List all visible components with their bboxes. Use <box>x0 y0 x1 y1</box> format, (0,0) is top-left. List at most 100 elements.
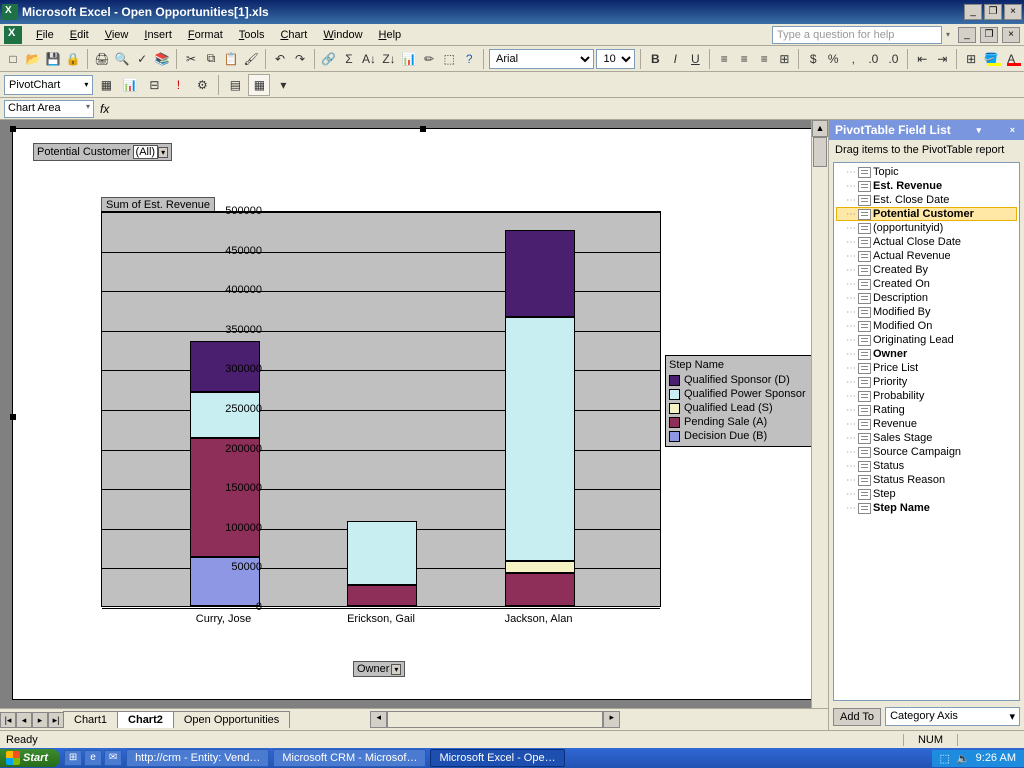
chart-wizard-button[interactable]: 📊 <box>400 48 418 70</box>
menu-window[interactable]: Window <box>315 27 370 43</box>
outlook-icon[interactable]: ✉ <box>104 750 122 766</box>
font-select[interactable]: Arial <box>489 49 594 69</box>
pivot-include-button[interactable]: ▤ <box>224 74 246 96</box>
menu-format[interactable]: Format <box>180 27 231 43</box>
bar-segment[interactable] <box>347 521 417 584</box>
bar-segment[interactable] <box>505 317 575 561</box>
currency-button[interactable]: $ <box>804 48 822 70</box>
pane-close-icon[interactable]: × <box>1007 125 1018 135</box>
tab-prev-button[interactable]: ◂ <box>16 712 32 728</box>
mdi-minimize[interactable]: _ <box>958 27 976 43</box>
field-created-by[interactable]: ⋯Created By <box>836 263 1017 277</box>
bar-segment[interactable] <box>190 438 260 557</box>
bar-jackson-alan[interactable] <box>505 210 575 606</box>
field-sales-stage[interactable]: ⋯Sales Stage <box>836 431 1017 445</box>
taskbar-button[interactable]: http://crm - Entity: Vend… <box>126 749 269 767</box>
print-button[interactable]: 🖨 <box>93 48 111 70</box>
field-modified-by[interactable]: ⋯Modified By <box>836 305 1017 319</box>
name-box[interactable]: Chart Area▾ <box>4 100 94 118</box>
redo-button[interactable]: ↷ <box>291 48 309 70</box>
menu-edit[interactable]: Edit <box>62 27 97 43</box>
pivot-format-button[interactable]: ▦ <box>95 74 117 96</box>
pivot-settings-button[interactable]: ⚙ <box>191 74 213 96</box>
axis-area-select[interactable]: Category Axis▾ <box>885 707 1020 726</box>
align-right-button[interactable]: ≡ <box>755 48 773 70</box>
merge-center-button[interactable]: ⊞ <box>775 48 793 70</box>
bar-erickson-gail[interactable] <box>347 210 417 606</box>
show-desktop-icon[interactable]: ⊞ <box>64 750 82 766</box>
bar-segment[interactable] <box>347 585 417 606</box>
font-size-select[interactable]: 10 <box>596 49 635 69</box>
pivot-dropdown-icon[interactable]: ▾ <box>272 74 294 96</box>
field-description[interactable]: ⋯Description <box>836 291 1017 305</box>
help-button[interactable]: ? <box>460 48 478 70</box>
drawing-button[interactable]: ✏ <box>420 48 438 70</box>
field-status[interactable]: ⋯Status <box>836 459 1017 473</box>
field-rating[interactable]: ⋯Rating <box>836 403 1017 417</box>
scroll-thumb[interactable] <box>813 137 827 167</box>
bar-segment[interactable] <box>505 561 575 573</box>
bar-segment[interactable] <box>505 230 575 317</box>
sheet-tab-open-opportunities[interactable]: Open Opportunities <box>173 711 290 728</box>
taskbar-button[interactable]: Microsoft Excel - Ope… <box>430 749 564 767</box>
tab-first-button[interactable]: |◂ <box>0 712 16 728</box>
menu-chart[interactable]: Chart <box>272 27 315 43</box>
field-owner[interactable]: ⋯Owner <box>836 347 1017 361</box>
tab-last-button[interactable]: ▸| <box>48 712 64 728</box>
bar-segment[interactable] <box>505 573 575 606</box>
restore-button[interactable]: ❐ <box>984 4 1002 20</box>
sort-asc-button[interactable]: A↓ <box>360 48 378 70</box>
fill-color-button[interactable]: 🪣 <box>982 48 1000 70</box>
help-search-input[interactable]: Type a question for help <box>772 26 942 44</box>
decrease-decimal-button[interactable]: .0 <box>884 48 902 70</box>
pivot-hide-button[interactable]: ⊟ <box>143 74 165 96</box>
pivot-refresh-button[interactable]: ! <box>167 74 189 96</box>
sheet-tab-chart1[interactable]: Chart1 <box>63 711 118 728</box>
field-originating-lead[interactable]: ⋯Originating Lead <box>836 333 1017 347</box>
paste-button[interactable]: 📋 <box>222 48 240 70</box>
vertical-scrollbar[interactable]: ▲ ▼ <box>811 120 828 730</box>
fx-icon[interactable]: fx <box>100 102 109 116</box>
underline-button[interactable]: U <box>686 48 704 70</box>
new-button[interactable]: □ <box>4 48 22 70</box>
field-list[interactable]: ⋯Topic⋯Est. Revenue⋯Est. Close Date⋯Pote… <box>833 162 1020 701</box>
borders-button[interactable]: ⊞ <box>962 48 980 70</box>
tray-icon[interactable]: ⬚ <box>940 752 950 765</box>
category-axis-field[interactable]: Owner ▾ <box>353 661 405 677</box>
field-est-revenue[interactable]: ⋯Est. Revenue <box>836 179 1017 193</box>
bold-button[interactable]: B <box>646 48 664 70</box>
menu-tools[interactable]: Tools <box>231 27 273 43</box>
close-button[interactable]: × <box>1004 4 1022 20</box>
research-button[interactable]: 📚 <box>153 48 171 70</box>
scroll-left-button[interactable]: ◂ <box>370 711 387 728</box>
increase-indent-button[interactable]: ⇥ <box>933 48 951 70</box>
add-to-button[interactable]: Add To <box>833 708 881 726</box>
scroll-up-button[interactable]: ▲ <box>812 120 828 137</box>
field-priority[interactable]: ⋯Priority <box>836 375 1017 389</box>
zoom-button[interactable]: ⬚ <box>440 48 458 70</box>
mdi-close[interactable]: × <box>1002 27 1020 43</box>
hyperlink-button[interactable]: 🔗 <box>320 48 338 70</box>
pivot-chart-button[interactable]: 📊 <box>119 74 141 96</box>
comma-button[interactable]: , <box>844 48 862 70</box>
tab-next-button[interactable]: ▸ <box>32 712 48 728</box>
field-created-on[interactable]: ⋯Created On <box>836 277 1017 291</box>
pivot-fieldlist-button[interactable]: ▦ <box>248 74 270 96</box>
autosum-button[interactable]: Σ <box>340 48 358 70</box>
cut-button[interactable]: ✂ <box>182 48 200 70</box>
plot-area[interactable] <box>101 211 661 607</box>
start-button[interactable]: Start <box>0 749 60 767</box>
system-tray[interactable]: ⬚ 🔈 9:26 AM <box>932 750 1024 767</box>
save-button[interactable]: 💾 <box>44 48 62 70</box>
field-revenue[interactable]: ⋯Revenue <box>836 417 1017 431</box>
horizontal-scrollbar[interactable]: ◂ ▸ <box>370 711 620 728</box>
field-actual-revenue[interactable]: ⋯Actual Revenue <box>836 249 1017 263</box>
page-filter[interactable]: Potential Customer (All) ▾ <box>33 143 172 161</box>
menu-help[interactable]: Help <box>371 27 410 43</box>
field-modified-on[interactable]: ⋯Modified On <box>836 319 1017 333</box>
ie-icon[interactable]: e <box>84 750 102 766</box>
permission-button[interactable]: 🔒 <box>64 48 82 70</box>
increase-decimal-button[interactable]: .0 <box>864 48 882 70</box>
open-button[interactable]: 📂 <box>24 48 42 70</box>
legend[interactable]: Step Name Qualified Sponsor (D)Qualified… <box>665 355 815 447</box>
